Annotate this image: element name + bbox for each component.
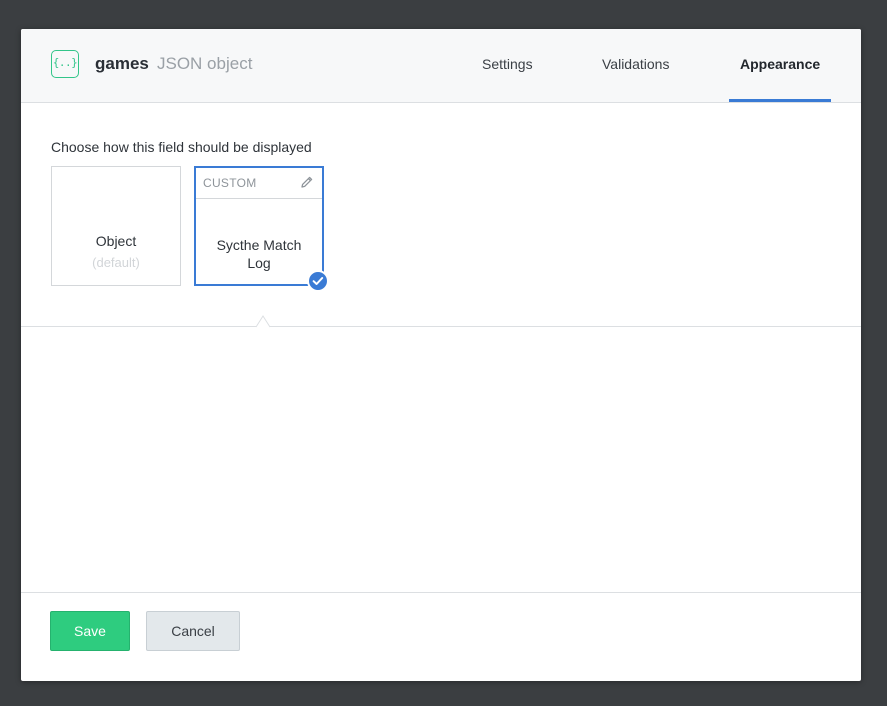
json-object-icon: {..} [51,50,79,78]
footer-divider [21,592,861,593]
cancel-button[interactable]: Cancel [146,611,240,651]
option-subtitle: (default) [92,255,140,270]
tab-appearance[interactable]: Appearance [740,56,820,72]
tab-validations[interactable]: Validations [602,56,669,72]
appearance-option-custom[interactable]: CUSTOM Sycthe Match Log [194,166,324,286]
option-title: Sycthe Match Log [216,237,302,271]
option-title: Object [95,233,137,249]
appearance-option-object[interactable]: Object (default) [51,166,181,286]
option-header: CUSTOM [196,168,322,199]
custom-tag: CUSTOM [203,176,257,190]
caret-up-icon [256,315,270,329]
tab-settings[interactable]: Settings [482,56,533,72]
appearance-prompt: Choose how this field should be displaye… [51,139,312,155]
active-tab-indicator [729,99,831,102]
section-divider [21,326,861,327]
dialog-header: {..} games JSON object Settings Validati… [21,29,861,103]
save-button[interactable]: Save [50,611,130,651]
field-type: JSON object [157,54,253,73]
field-name: games [95,54,149,73]
field-editor-dialog: {..} games JSON object Settings Validati… [21,29,861,681]
pencil-icon[interactable] [300,175,314,189]
selected-check-icon [307,270,329,292]
